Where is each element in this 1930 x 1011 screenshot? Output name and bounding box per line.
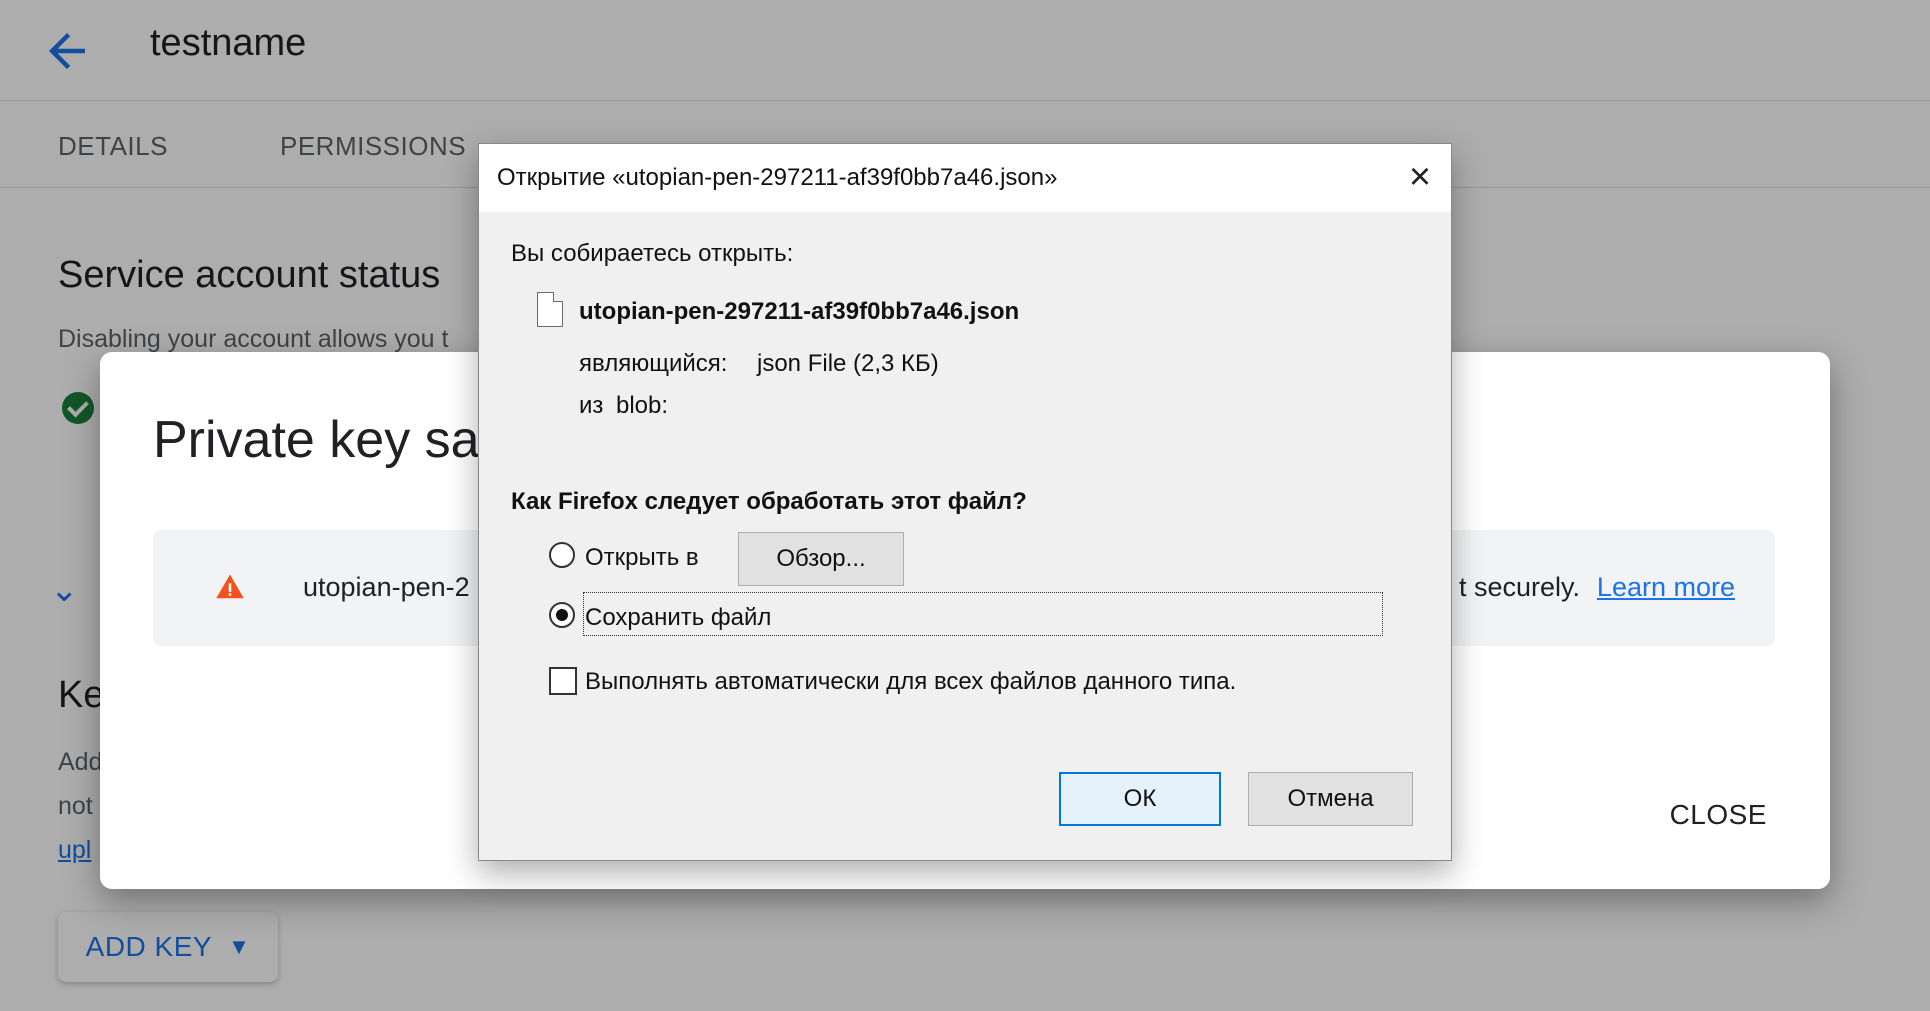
learn-more-link[interactable]: Learn more — [1597, 572, 1735, 603]
firefox-open-dialog: Открытие «utopian-pen-297211-af39f0bb7a4… — [478, 143, 1452, 861]
notice-filename: utopian-pen-2 — [303, 572, 470, 602]
dialog-title: Открытие «utopian-pen-297211-af39f0bb7a4… — [497, 164, 1058, 191]
dialog-body: Вы собираетесь открыть: utopian-pen-2972… — [479, 212, 1451, 860]
modal-title: Private key sa — [153, 411, 480, 469]
type-value: json File (2,3 КБ) — [757, 350, 939, 377]
ok-button[interactable]: ОК — [1059, 772, 1221, 826]
warning-icon — [216, 574, 244, 599]
notice-tail: t securely. — [1458, 572, 1580, 602]
open-label: Вы собираетесь открыть: — [511, 240, 794, 267]
open-with-label[interactable]: Открыть в — [585, 544, 699, 572]
type-label: являющийся: — [579, 350, 728, 377]
auto-checkbox[interactable] — [549, 667, 577, 695]
open-with-radio[interactable] — [549, 542, 575, 568]
save-file-radio[interactable] — [549, 602, 575, 628]
file-icon — [537, 292, 563, 327]
auto-label[interactable]: Выполнять автоматически для всех файлов … — [585, 668, 1236, 696]
save-file-label[interactable]: Сохранить файл — [585, 604, 771, 632]
file-name: utopian-pen-297211-af39f0bb7a46.json — [579, 298, 1020, 325]
question: Как Firefox следует обработать этот файл… — [511, 488, 1027, 515]
browse-button[interactable]: Обзор... — [738, 532, 904, 586]
from-value: blob: — [616, 392, 669, 419]
cancel-button[interactable]: Отмена — [1248, 772, 1413, 826]
dialog-titlebar: Открытие «utopian-pen-297211-af39f0bb7a4… — [479, 144, 1451, 212]
from-label: из — [579, 392, 604, 419]
close-button[interactable]: CLOSE — [1670, 799, 1767, 831]
close-icon[interactable]: × — [1399, 156, 1441, 198]
